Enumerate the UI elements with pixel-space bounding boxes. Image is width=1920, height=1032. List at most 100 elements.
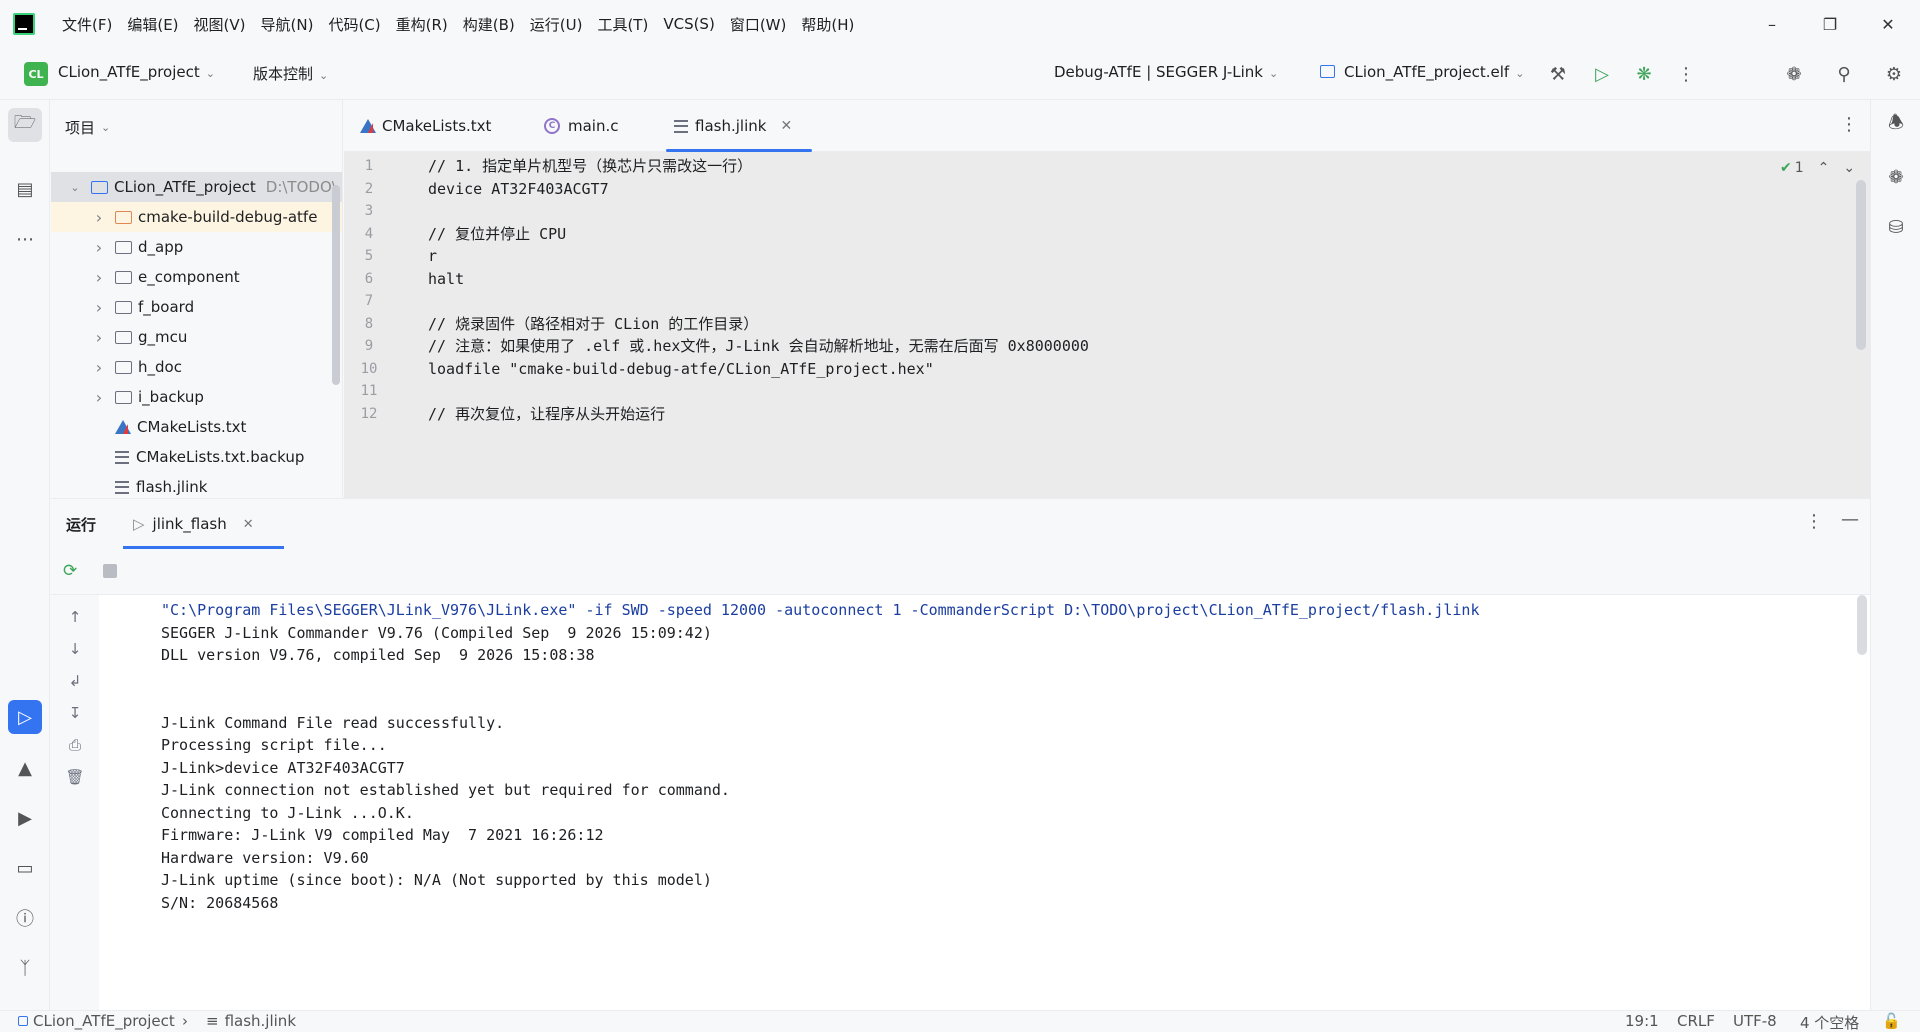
ai-chat-icon[interactable]: ❁ [1879,160,1913,194]
tree-item[interactable]: flash.jlink [51,472,342,498]
problems-icon[interactable]: ⓘ [8,901,42,935]
tree-item[interactable]: › f_board [51,292,342,322]
expand-right-icon[interactable]: › [91,268,107,287]
search-icon[interactable]: ⚲ [1830,60,1858,88]
more-vertical-icon[interactable]: ⋮ [1805,511,1823,532]
structure-icon[interactable]: ▤ [8,172,42,206]
tab-main-c[interactable]: C main.c [544,100,619,152]
ai-assistant-icon[interactable]: ❁ [1780,60,1808,88]
more-horizontal-icon[interactable]: ⋯ [8,222,42,256]
run-config-selector[interactable]: Debug-ATfE | SEGGER J-Link ⌄ [1054,63,1278,81]
console-scrollbar[interactable] [1857,595,1867,655]
menu-item[interactable]: 视图(V) [194,14,246,35]
tree-item[interactable]: › cmake-build-debug-atfe [51,202,342,232]
chevron-down-icon: ⌄ [101,120,111,134]
target-label: CLion_ATfE_project.elf [1344,63,1510,81]
expand-right-icon[interactable]: › [91,358,107,377]
menu-item[interactable]: 运行(U) [530,14,583,35]
menu-item[interactable]: 构建(B) [463,14,515,35]
tree-item[interactable]: › i_backup [51,382,342,412]
indent-setting[interactable]: 4 个空格 [1800,1012,1859,1032]
project-folder-icon[interactable]: 🗁 [8,108,42,142]
menu-item[interactable]: 重构(R) [396,14,448,35]
rerun-icon[interactable]: ⟳ [63,561,77,581]
services-icon[interactable]: ▶ [8,801,42,835]
run-tab-jlink-flash[interactable]: ▷ jlink_flash ✕ [123,499,284,549]
settings-gear-icon[interactable]: ⚙ [1880,60,1908,88]
module-icon [18,1016,28,1026]
tree-item[interactable]: › h_doc [51,352,342,382]
breadcrumb-project[interactable]: CLion_ATfE_project [18,1012,175,1030]
project-panel-title: 项目 [65,118,96,137]
inspection-widget[interactable]: ✔ 1 ⌃ ⌄ [1780,160,1855,176]
expand-right-icon[interactable]: › [91,298,107,317]
more-vertical-icon[interactable]: ⋮ [1672,60,1700,88]
cmake-tool-icon[interactable]: ▲ [8,751,42,785]
menu-item[interactable]: 工具(T) [597,14,648,35]
expand-down-icon[interactable]: ⌄ [67,181,83,194]
lock-icon[interactable]: 🔓 [1882,1012,1901,1030]
soft-wrap-icon[interactable]: ↲ [65,671,85,691]
vcs-menu[interactable]: 版本控制 ⌄ [253,63,328,84]
run-tool-icon[interactable]: ▷ [8,700,42,734]
tab-cmakelists[interactable]: CMakeLists.txt [360,100,491,152]
build-hammer-icon[interactable]: ⚒ [1544,60,1572,88]
run-icon[interactable]: ▷ [1588,60,1616,88]
expand-right-icon[interactable]: › [91,208,107,227]
caret-position[interactable]: 19:1 [1625,1012,1659,1030]
breadcrumb-file[interactable]: ≡ flash.jlink [206,1012,296,1030]
tree-scrollbar[interactable] [332,185,340,385]
database-icon[interactable]: ⛁ [1879,210,1913,244]
target-selector[interactable]: CLion_ATfE_project.elf ⌄ [1320,63,1524,81]
menu-item[interactable]: 帮助(H) [801,14,854,35]
scroll-to-end-icon[interactable]: ↧ [65,703,85,723]
run-tab-label: jlink_flash [152,515,227,533]
close-window-icon[interactable]: ✕ [1876,12,1900,36]
arrow-up-icon[interactable]: ↑ [65,607,85,627]
menu-item[interactable]: 导航(N) [261,14,314,35]
menu-item[interactable]: 文件(F) [62,14,112,35]
chevron-down-icon[interactable]: ⌄ [1843,160,1855,176]
tree-item-label: g_mcu [138,328,188,346]
menu-item[interactable]: VCS(S) [663,15,714,33]
tree-item[interactable]: › g_mcu [51,322,342,352]
file-encoding[interactable]: UTF-8 [1733,1012,1777,1030]
expand-right-icon[interactable]: › [91,328,107,347]
console-output[interactable]: "C:\Program Files\SEGGER\JLink_V976\JLin… [99,595,1870,1011]
stop-icon[interactable] [103,564,117,578]
line-ending[interactable]: CRLF [1677,1012,1715,1030]
minimize-icon[interactable]: – [1760,12,1784,36]
target-icon [1320,65,1335,78]
more-vertical-icon[interactable]: ⋮ [1840,114,1858,135]
editor-scrollbar[interactable] [1856,180,1866,350]
notifications-bell-icon[interactable]: 🕭 [1879,108,1913,142]
terminal-icon[interactable]: ▭ [8,851,42,885]
menu-item[interactable]: 编辑(E) [127,14,178,35]
close-tab-icon[interactable]: ✕ [780,118,792,134]
project-switcher[interactable]: CLion_ATfE_project ⌄ [58,63,215,81]
status-bar: CLion_ATfE_project › ≡ flash.jlink 19:1 C… [0,1010,1920,1032]
tree-item[interactable]: CMakeLists.txt.backup [51,442,342,472]
menu-bar: 文件(F) 编辑(E) 视图(V) 导航(N) 代码(C) 重构(R) 构建(B) 运行(U)… [0,0,1920,48]
expand-right-icon[interactable]: › [91,238,107,257]
hide-panel-icon[interactable]: — [1841,509,1859,530]
debug-bug-icon[interactable]: ❋ [1630,60,1658,88]
code-area[interactable]: 1// 1. 指定单片机型号（换芯片只需改这一行） 2 device AT32F40… [344,152,1870,498]
print-icon[interactable]: ⎙ [65,735,85,755]
restore-icon[interactable]: ❐ [1818,12,1842,36]
expand-right-icon[interactable]: › [91,388,107,407]
arrow-down-icon[interactable]: ↓ [65,639,85,659]
tab-flash-jlink[interactable]: flash.jlink ✕ [665,100,813,152]
menu-item[interactable]: 窗口(W) [730,14,787,35]
close-tab-icon[interactable]: ✕ [243,517,254,532]
tree-item[interactable]: › d_app [51,232,342,262]
tree-root[interactable]: ⌄ CLion_ATfE_project D:\TODO\ [51,172,342,202]
chevron-up-icon[interactable]: ⌃ [1818,160,1830,176]
run-panel-title: 运行 [66,516,97,534]
tree-item[interactable]: CMakeLists.txt [51,412,342,442]
trash-icon[interactable]: 🗑 [65,767,85,787]
project-panel-header[interactable]: 项目 ⌄ [51,100,342,154]
git-branch-icon[interactable]: ᛉ [8,951,42,985]
menu-item[interactable]: 代码(C) [328,14,380,35]
tree-item[interactable]: › e_component [51,262,342,292]
